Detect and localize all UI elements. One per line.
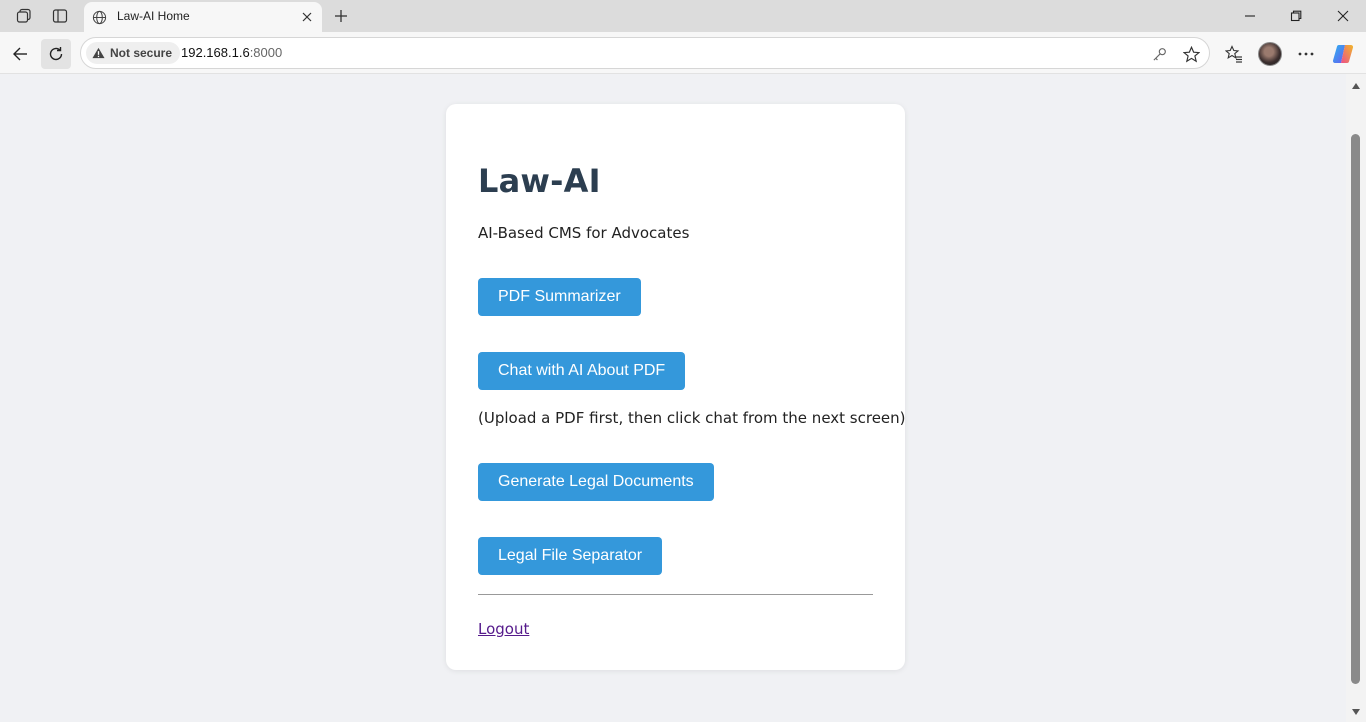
page-title: Law-AI — [478, 162, 601, 200]
globe-icon — [90, 8, 108, 26]
workspaces-icon[interactable] — [14, 6, 34, 26]
scroll-down-icon[interactable] — [1350, 706, 1362, 718]
subtitle: AI-Based CMS for Advocates — [478, 224, 690, 242]
back-arrow-icon[interactable] — [5, 39, 35, 69]
more-icon[interactable] — [1295, 43, 1317, 65]
close-icon[interactable] — [298, 8, 316, 26]
address-bar[interactable]: Not secure 192.168.1.6:8000 — [80, 37, 1210, 69]
url-text[interactable]: 192.168.1.6:8000 — [181, 45, 282, 60]
favorites-icon[interactable] — [1223, 43, 1245, 65]
security-indicator[interactable]: Not secure — [86, 42, 181, 64]
warning-icon — [92, 44, 105, 63]
plus-icon[interactable] — [331, 6, 351, 26]
scrollbar-thumb[interactable] — [1351, 134, 1360, 684]
security-label: Not secure — [110, 46, 173, 60]
window-close-icon[interactable] — [1333, 6, 1353, 26]
minimize-icon[interactable] — [1240, 6, 1260, 26]
url-port: :8000 — [249, 45, 283, 60]
chat-with-ai-button[interactable]: Chat with AI About PDF — [478, 352, 686, 390]
browser-title-bar: Law-AI Home — [0, 0, 1366, 32]
home-card: Law-AI AI-Based CMS for Advocates PDF Su… — [446, 104, 906, 670]
tab-actions-icon[interactable] — [50, 6, 70, 26]
avatar[interactable] — [1258, 42, 1282, 66]
active-tab[interactable]: Law-AI Home — [84, 2, 322, 32]
generate-legal-documents-button[interactable]: Generate Legal Documents — [478, 463, 714, 501]
copilot-icon[interactable] — [1332, 43, 1354, 65]
tab-title: Law-AI Home — [117, 9, 190, 23]
logout-link[interactable]: Logout — [478, 620, 529, 638]
key-icon[interactable] — [1148, 43, 1170, 65]
refresh-icon[interactable] — [41, 39, 71, 69]
legal-file-separator-button[interactable]: Legal File Separator — [478, 537, 663, 575]
restore-icon[interactable] — [1286, 6, 1306, 26]
browser-toolbar: Not secure 192.168.1.6:8000 — [0, 32, 1366, 74]
url-host: 192.168.1.6 — [181, 45, 250, 60]
star-icon[interactable] — [1180, 43, 1202, 65]
vertical-scrollbar[interactable] — [1346, 74, 1366, 722]
scroll-up-icon[interactable] — [1350, 80, 1362, 92]
divider — [478, 594, 873, 595]
chat-instruction-note: (Upload a PDF first, then click chat fro… — [478, 409, 906, 427]
pdf-summarizer-button[interactable]: PDF Summarizer — [478, 278, 641, 316]
